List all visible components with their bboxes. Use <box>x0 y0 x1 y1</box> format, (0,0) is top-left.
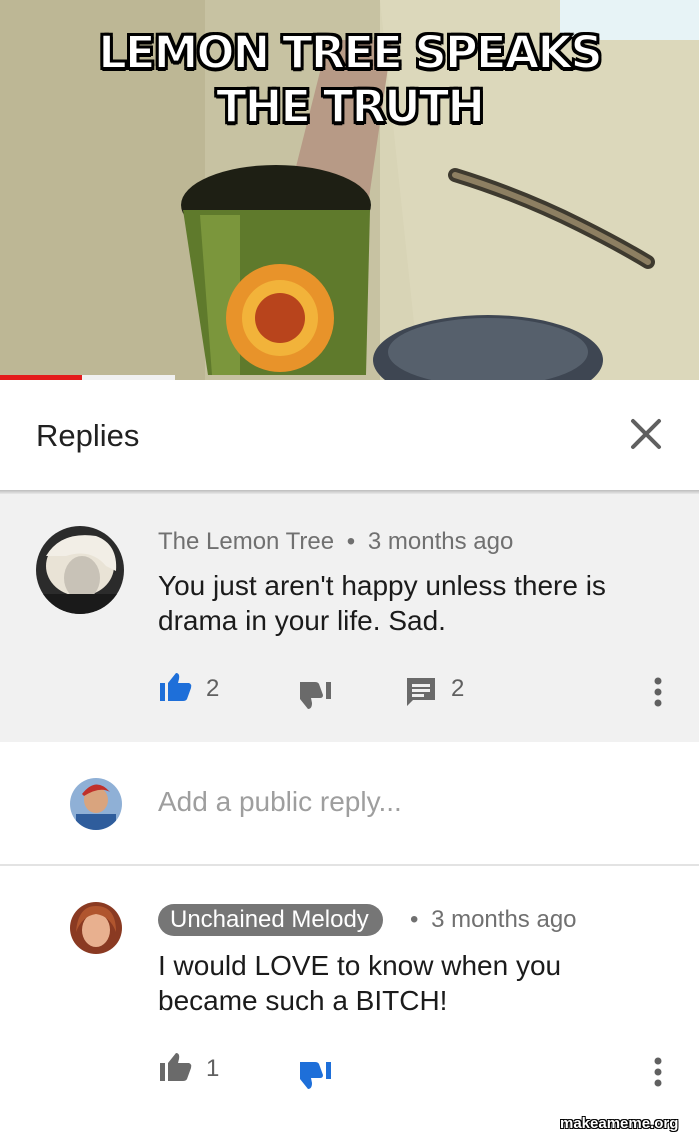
thumb-up-icon[interactable] <box>160 672 192 702</box>
meta-separator: • <box>410 906 419 933</box>
parent-comment-text: You just aren't happy unless there is dr… <box>158 570 606 636</box>
sunflower-decoration <box>226 264 334 372</box>
video-player[interactable]: LEMON TREE SPEAKS THE TRUTH <box>0 0 699 380</box>
thumb-down-icon[interactable] <box>300 1060 332 1090</box>
replies-title: Replies <box>36 418 140 453</box>
add-reply-input[interactable]: Add a public reply... <box>158 786 402 818</box>
avatar-lemon-tree[interactable] <box>36 526 124 614</box>
parent-comment-time: 3 months ago <box>367 528 514 555</box>
current-user-avatar[interactable] <box>70 778 122 830</box>
watermark: makeameme.org <box>560 1115 679 1132</box>
reply-divider <box>0 864 699 866</box>
reply-author-chip[interactable]: Unchained Melody <box>158 904 383 936</box>
comment-icon[interactable] <box>405 676 437 708</box>
avatar-unchained-melody[interactable] <box>70 902 122 954</box>
close-icon[interactable] <box>624 412 668 456</box>
replies-header: Replies <box>0 380 699 490</box>
parent-comment-author[interactable]: The Lemon Tree <box>158 528 334 555</box>
reply-comment-time: 3 months ago <box>431 906 577 933</box>
parent-comment-meta: The Lemon Tree • 3 months ago <box>158 528 513 556</box>
parent-like-count: 2 <box>206 675 220 702</box>
meme-caption: LEMON TREE SPEAKS THE TRUTH <box>97 25 604 134</box>
more-vert-icon[interactable] <box>652 677 664 707</box>
parent-reply-count: 2 <box>451 675 465 702</box>
reply-comment-text: I would LOVE to know when you became suc… <box>158 950 562 1016</box>
more-vert-icon[interactable] <box>652 1057 664 1087</box>
reply-like-count: 1 <box>206 1055 220 1082</box>
meta-separator: • <box>346 528 356 555</box>
thumb-up-icon[interactable] <box>160 1052 192 1082</box>
thumb-down-icon[interactable] <box>300 680 332 710</box>
reply-comment-meta: • 3 months ago <box>410 906 577 934</box>
